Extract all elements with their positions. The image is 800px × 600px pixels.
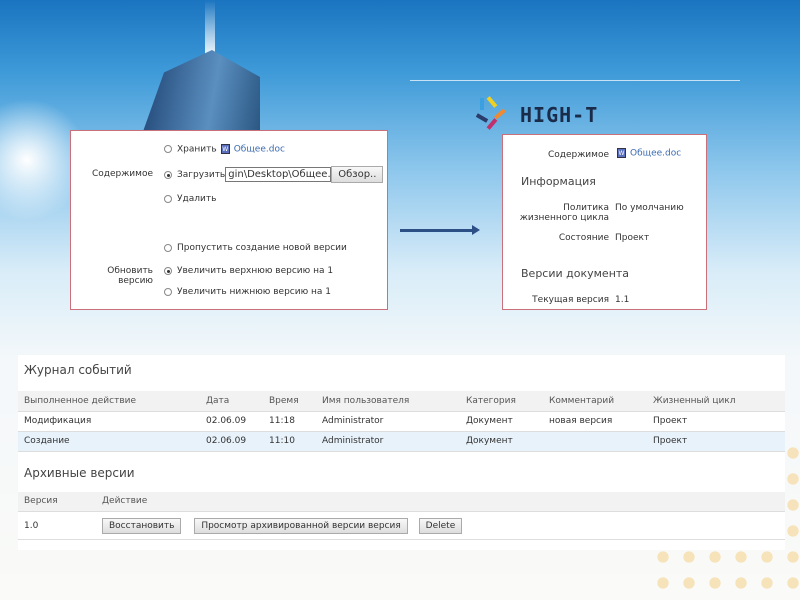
column-header: Категория xyxy=(460,391,543,412)
keep-file-link[interactable]: Общее.doc xyxy=(234,145,285,155)
table-row[interactable]: Модификация 02.06.09 11:18 Administrator Док… xyxy=(18,411,785,432)
cell: Проект xyxy=(647,411,785,432)
column-header: Дата xyxy=(200,391,263,412)
upload-radio[interactable] xyxy=(164,170,172,179)
content-label: Содержимое xyxy=(91,169,153,179)
cell: Модификация xyxy=(18,411,200,432)
column-header: Имя пользователя xyxy=(316,391,460,412)
cell xyxy=(543,431,647,452)
option-label: Увеличить верхнюю версию на 1 xyxy=(177,266,334,276)
cell: Создание xyxy=(18,431,200,452)
cell: Документ xyxy=(460,411,543,432)
state-label: Состояние xyxy=(558,233,609,243)
policy-value: По умолчанию xyxy=(615,203,684,213)
word-doc-icon: W xyxy=(220,144,230,154)
minor-version-radio[interactable] xyxy=(164,287,172,296)
upload-label: Загрузить xyxy=(177,170,226,180)
option-label: Пропустить создание новой версии xyxy=(177,243,347,253)
edit-version-form: Содержимое Хранить W Общее.doc Загрузить gi… xyxy=(70,130,388,310)
update-version-label: Обновить версию xyxy=(107,266,153,286)
skip-version-radio[interactable] xyxy=(164,243,172,252)
option-label: Увеличить нижнюю версию на 1 xyxy=(177,287,332,297)
cell: новая версия xyxy=(543,411,647,432)
divider xyxy=(410,80,740,81)
browse-button[interactable]: Обзор.. xyxy=(331,166,384,183)
state-value: Проект xyxy=(615,233,650,243)
column-header: Комментарий xyxy=(543,391,647,412)
policy-label: Политика жизненного цикла xyxy=(519,203,609,223)
cell: 02.06.09 xyxy=(200,431,263,452)
document-properties-panel: Содержимое W Общее.doc Информация Политик… xyxy=(502,134,707,310)
journal-header-row: Выполненное действие Дата Время Имя пользов… xyxy=(18,391,785,412)
delete-radio[interactable] xyxy=(164,194,172,203)
upload-file-input[interactable]: gin\Desktop\Общее.doc xyxy=(225,167,332,182)
column-header: Выполненное действие xyxy=(18,391,200,412)
column-header: Версия xyxy=(18,491,96,512)
cell: 11:10 xyxy=(263,431,316,452)
major-version-radio[interactable] xyxy=(164,266,172,275)
column-header: Время xyxy=(263,391,316,412)
journal-heading: Журнал событий xyxy=(24,363,132,377)
content-file-link[interactable]: Общее.doc xyxy=(630,149,681,159)
info-heading: Информация xyxy=(521,175,596,188)
cell: 02.06.09 xyxy=(200,411,263,432)
arrow-right-icon xyxy=(400,225,480,235)
column-header: Жизненный цикл xyxy=(647,391,785,412)
archive-header-row: Версия Действие xyxy=(18,491,785,512)
content-label: Содержимое xyxy=(547,150,609,160)
logo-text: HIGH-T xyxy=(520,103,599,127)
logo-star-icon xyxy=(472,96,512,132)
building-image xyxy=(140,50,260,140)
keep-label: Хранить xyxy=(177,144,217,155)
cell: Проект xyxy=(647,431,785,452)
history-section: Журнал событий Выполненное действие Дата В… xyxy=(18,355,785,550)
cell: Administrator xyxy=(316,411,460,432)
keep-radio[interactable] xyxy=(164,145,172,153)
word-doc-icon: W xyxy=(617,148,626,158)
cell: 11:18 xyxy=(263,411,316,432)
logo: HIGH-T xyxy=(472,96,599,132)
archive-table: Версия Действие 1.0 Восстановить Просмотр… xyxy=(18,491,785,540)
cell: Документ xyxy=(460,431,543,452)
delete-button[interactable]: Delete xyxy=(418,517,463,534)
journal-table: Выполненное действие Дата Время Имя пользов… xyxy=(18,391,785,452)
table-row[interactable]: Создание 02.06.09 11:10 Administrator Докуме… xyxy=(18,431,785,452)
current-version-value: 1.1 xyxy=(615,295,630,305)
table-row: 1.0 Восстановить Просмотр архивированной… xyxy=(18,511,785,540)
archive-heading: Архивные версии xyxy=(24,465,135,480)
delete-label: Удалить xyxy=(177,194,217,204)
restore-button[interactable]: Восстановить xyxy=(102,517,182,534)
column-header: Действие xyxy=(96,491,785,512)
version-cell: 1.0 xyxy=(18,511,96,540)
view-archived-button[interactable]: Просмотр архивированной версии версия xyxy=(194,517,408,534)
current-version-label: Текущая версия xyxy=(532,295,609,305)
cell: Administrator xyxy=(316,431,460,452)
versions-heading: Версии документа xyxy=(521,267,630,280)
